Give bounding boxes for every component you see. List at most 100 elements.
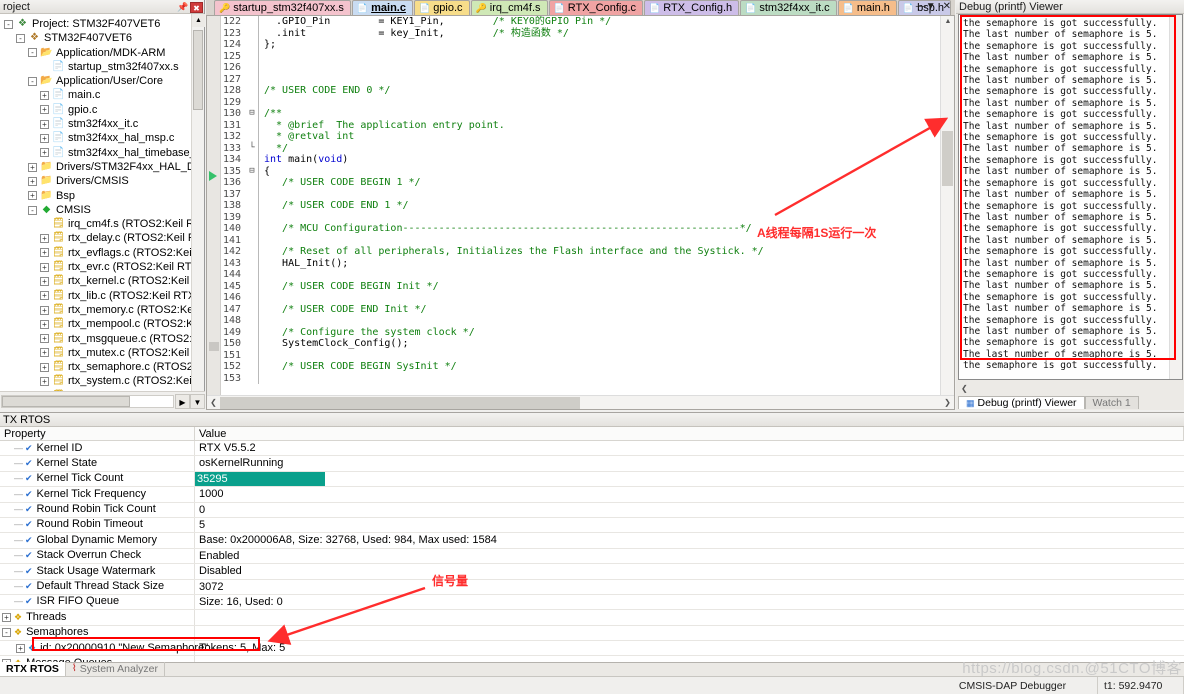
rtx-table-row[interactable]: — ✔ Stack Usage Watermark Disabled xyxy=(0,564,1184,580)
tree-item[interactable]: +🗒rtx_msgqueue.c (RTOS2:Keil RTX5) xyxy=(0,332,204,346)
tree-item[interactable]: +🗒rtx_system.c (RTOS2:Keil RTX5) xyxy=(0,374,204,388)
editor-tab-startup-stm32f407xx-s[interactable]: 🔑 startup_stm32f407xx.s xyxy=(214,0,351,15)
tree-item[interactable]: +🗒rtx_memory.c (RTOS2:Keil RTX5) xyxy=(0,303,204,317)
tab-list-icon[interactable]: —▼ xyxy=(916,1,936,12)
hscroll-thumb[interactable] xyxy=(220,396,580,409)
hscroll-track[interactable] xyxy=(1,394,174,408)
code-line[interactable]: 122 .GPIO_Pin = KEY1_Pin, /* KEY0的GPIO P… xyxy=(221,16,940,28)
code-line[interactable]: 149 /* Configure the system clock */ xyxy=(221,326,940,338)
code-line[interactable]: 134 int main(void) xyxy=(221,154,940,166)
expand-icon[interactable]: + xyxy=(40,305,49,315)
code-line[interactable]: 124}; xyxy=(221,39,940,51)
tree-item[interactable]: 📄 startup_stm32f407xx.s xyxy=(0,60,204,74)
rtx-table-body[interactable]: — ✔ Kernel ID RTX V5.5.2— ✔ Kernel State osKer… xyxy=(0,441,1184,672)
tree-item[interactable]: + 📄 stm32f4xx_hal_msp.c xyxy=(0,131,204,145)
tree-item[interactable]: - ❖ Project: STM32F407VET6 xyxy=(0,17,204,31)
expand-icon[interactable]: + xyxy=(40,248,49,258)
code-line[interactable]: 128 /* USER CODE END 0 */ xyxy=(221,85,940,97)
code-line[interactable]: 145 /* USER CODE BEGIN Init */ xyxy=(221,280,940,292)
printf-tabstrip[interactable]: ▦ Debug (printf) Viewer Watch 1 xyxy=(958,395,1139,409)
editor-vertical-scrollbar[interactable]: ▲ xyxy=(940,16,954,395)
tree-item[interactable]: + 🗒 rtx_evr.c (RTOS2:Keil RTX5) xyxy=(0,260,204,274)
code-line[interactable]: 153 xyxy=(221,372,940,384)
expand-icon[interactable]: + xyxy=(40,105,49,115)
hscroll-thumb[interactable] xyxy=(2,395,130,407)
collapse-icon[interactable]: - xyxy=(28,48,37,58)
code-line[interactable]: 123 .init = key_Init, /* 构造函数 */ xyxy=(221,27,940,39)
code-line[interactable]: 137 xyxy=(221,188,940,200)
expand-icon[interactable]: + xyxy=(40,262,49,272)
editor-tab-rtx-config-c[interactable]: 📄 RTX_Config.c xyxy=(548,0,644,15)
editor-tab-main-c[interactable]: 📄 main.c xyxy=(351,0,413,15)
expand-icon[interactable]: + xyxy=(28,191,37,201)
code-line[interactable]: 147 /* USER CODE END Init */ xyxy=(221,303,940,315)
rtx-table-row[interactable]: — ✔ Kernel Tick Count 35295 xyxy=(0,471,1184,488)
expand-icon[interactable]: + xyxy=(40,319,49,329)
tree-item[interactable]: +🗒rtx_kernel.c (RTOS2:Keil RTX5) xyxy=(0,274,204,288)
close-icon[interactable]: ✖ xyxy=(190,1,203,13)
chevron-left-icon[interactable]: ❮ xyxy=(961,384,968,393)
rtx-table-row[interactable]: — ✔ Stack Overrun Check Enabled xyxy=(0,548,1184,565)
scroll-up-icon[interactable]: ▲ xyxy=(941,16,954,28)
editor-tab-stm32f4xx-it-c[interactable]: 📄 stm32f4xx_it.c xyxy=(740,0,837,15)
expand-icon[interactable]: + xyxy=(40,291,49,301)
printf-output-area[interactable]: the semaphore is got successfully. The la… xyxy=(958,14,1183,380)
rtx-table-row[interactable]: — ✔ Default Thread Stack Size 3072 xyxy=(0,579,1184,595)
code-line[interactable]: 126 xyxy=(221,62,940,74)
code-line[interactable]: 143 HAL_Init(); xyxy=(221,257,940,269)
rtx-table-row[interactable]: — ✔ Kernel Tick Frequency 1000 xyxy=(0,487,1184,503)
tree-item[interactable]: + 📁 Drivers/CMSIS xyxy=(0,174,204,188)
code-line[interactable]: 138 /* USER CODE END 1 */ xyxy=(221,200,940,212)
code-line[interactable]: 130 ⊟/** xyxy=(221,108,940,120)
tree-item[interactable]: + 📁 Drivers/STM32F4xx_HAL_Driver xyxy=(0,160,204,174)
bottom-tab-system-analyzer[interactable]: ⌇ System Analyzer xyxy=(66,662,165,676)
code-line[interactable]: 135 ⊟{ xyxy=(221,165,940,178)
expand-icon[interactable]: + xyxy=(40,148,49,158)
close-icon[interactable]: ✕ xyxy=(943,1,951,12)
code-line[interactable]: 125 xyxy=(221,50,940,62)
tree-item[interactable]: 🗒 irq_cm4f.s (RTOS2:Keil RTX5) xyxy=(0,217,204,231)
fold-toggle-icon[interactable]: ⊟ xyxy=(247,166,257,178)
tree-item[interactable]: - 📂 Application/MDK-ARM xyxy=(0,46,204,60)
scroll-thumb[interactable] xyxy=(942,131,953,186)
expand-icon[interactable]: + xyxy=(40,334,49,344)
rtx-table-row[interactable]: — ✔ Kernel ID RTX V5.5.2 xyxy=(0,441,1184,457)
code-line[interactable]: 131 * @brief The application entry point… xyxy=(221,119,940,131)
code-line[interactable]: 148 xyxy=(221,315,940,327)
rtx-table-row[interactable]: — ✔ Round Robin Tick Count 0 xyxy=(0,502,1184,518)
tree-item[interactable]: + 📄 stm32f4xx_hal_timebase_tim.c xyxy=(0,146,204,160)
editor-tab-rtx-config-h[interactable]: 📄 RTX_Config.h xyxy=(644,0,740,15)
pin-icon[interactable]: 📌 xyxy=(177,2,188,13)
tree-item[interactable]: +🗒rtx_evflags.c (RTOS2:Keil RTX5) xyxy=(0,246,204,260)
code-line[interactable]: 144 xyxy=(221,269,940,281)
hscroll-track[interactable] xyxy=(220,396,941,409)
code-line[interactable]: 150 SystemClock_Config(); xyxy=(221,338,940,350)
code-line[interactable]: 127 xyxy=(221,73,940,85)
code-line[interactable]: 133 └ */ xyxy=(221,142,940,154)
project-vertical-scrollbar[interactable]: ▲ xyxy=(191,14,205,391)
printf-tab-watch-1[interactable]: Watch 1 xyxy=(1084,396,1139,409)
printf-horizontal-scrollbar[interactable]: ❮ xyxy=(958,382,1183,394)
code-line[interactable]: 142 /* Reset of all peripherals, Initial… xyxy=(221,246,940,258)
collapse-icon[interactable]: - xyxy=(2,628,11,638)
expand-icon[interactable]: + xyxy=(40,348,49,358)
scroll-right-icon[interactable]: ▶ xyxy=(175,393,190,409)
code-lines[interactable]: 122 .GPIO_Pin = KEY1_Pin, /* KEY0的GPIO P… xyxy=(221,16,940,395)
project-tree[interactable]: - ❖ Project: STM32F407VET6- ❖ STM32F407VET6-… xyxy=(0,14,204,391)
rtx-table-row[interactable]: + ❖ id: 0x20000910 "New Semaphore" Tokens: … xyxy=(0,641,1184,657)
rtx-table-row[interactable]: - ❖ Semaphores xyxy=(0,625,1184,642)
scroll-up-icon[interactable]: ▲ xyxy=(192,14,205,27)
expand-icon[interactable]: + xyxy=(40,119,49,129)
rtx-table-row[interactable]: — ✔ Kernel State osKernelRunning xyxy=(0,456,1184,472)
collapse-icon[interactable]: - xyxy=(28,76,37,86)
project-horizontal-scrollbar[interactable]: ▶ ▼ xyxy=(0,391,205,410)
editor-tab-gpio-c[interactable]: 📄 gpio.c xyxy=(413,0,470,15)
code-line[interactable]: 151 xyxy=(221,349,940,361)
expand-icon[interactable]: + xyxy=(40,91,49,101)
collapse-icon[interactable]: - xyxy=(4,19,13,29)
scroll-left-icon[interactable]: ❮ xyxy=(207,398,220,407)
scroll-right-icon[interactable]: ❯ xyxy=(941,398,954,407)
collapse-icon[interactable]: - xyxy=(28,205,37,215)
code-line[interactable]: 139 xyxy=(221,211,940,223)
rtx-table-row[interactable]: + ❖ Threads xyxy=(0,610,1184,626)
